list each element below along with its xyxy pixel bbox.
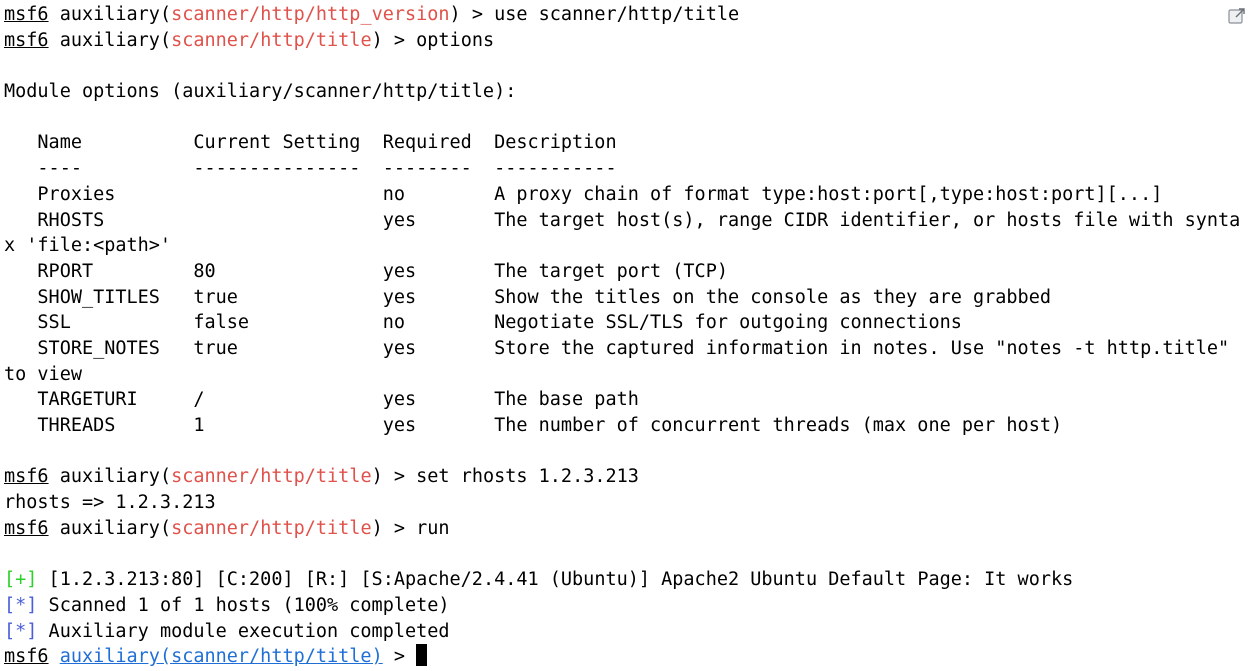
prompt-line-final[interactable]: msf6 auxiliary(scanner/http/title) > bbox=[4, 644, 1253, 670]
options-row-proxies: Proxies no A proxy chain of format type:… bbox=[4, 183, 1163, 205]
command-text: run bbox=[416, 517, 450, 539]
prompt-prefix: msf6 bbox=[4, 466, 49, 488]
status-text: Scanned 1 of 1 hosts (100% complete) bbox=[37, 594, 450, 616]
terminal-output: msf6 auxiliary(scanner/http/http_version… bbox=[4, 2, 1253, 670]
prompt-prefix: msf6 bbox=[4, 29, 49, 51]
module-link[interactable]: auxiliary(scanner/http/title) bbox=[60, 646, 383, 667]
prompt-line-2: msf6 auxiliary(scanner/http/title) > opt… bbox=[4, 29, 495, 51]
options-table-header: Name Current Setting Required Descriptio… bbox=[4, 132, 617, 154]
command-text: options bbox=[416, 29, 495, 51]
info-tag: [*] bbox=[4, 620, 38, 642]
prompt-line-1: msf6 auxiliary(scanner/http/http_version… bbox=[4, 4, 740, 25]
prompt-prefix: msf6 bbox=[4, 517, 49, 539]
options-row-targeturi: TARGETURI / yes The base path bbox=[4, 389, 639, 411]
status-line-info: [*] Auxiliary module execution completed bbox=[4, 619, 1253, 645]
module-name: scanner/http/title bbox=[171, 517, 372, 539]
prompt-prefix: msf6 bbox=[4, 4, 49, 25]
rhosts-echo: rhosts => 1.2.3.213 bbox=[4, 492, 216, 514]
options-row-store-notes-wrap: to view bbox=[4, 363, 82, 385]
options-row-store-notes: STORE_NOTES true yes Store the captured … bbox=[4, 337, 1230, 359]
module-name: scanner/http/http_version bbox=[171, 4, 450, 25]
options-row-rport: RPORT 80 yes The target port (TCP) bbox=[4, 260, 728, 282]
text-cursor[interactable] bbox=[416, 644, 428, 667]
status-line-info: [*] Scanned 1 of 1 hosts (100% complete) bbox=[4, 593, 1253, 619]
prompt-line-4: msf6 auxiliary(scanner/http/title) > run bbox=[4, 517, 450, 539]
status-line-success: [+] [1.2.3.213:80] [C:200] [R:] [S:Apach… bbox=[4, 567, 1253, 593]
options-row-rhosts-wrap: x 'file:<path>' bbox=[4, 235, 172, 257]
module-name: scanner/http/title bbox=[171, 466, 372, 488]
status-text: Auxiliary module execution completed bbox=[37, 620, 450, 642]
module-name: scanner/http/title bbox=[171, 29, 372, 51]
options-table-rule: ---- --------------- -------- ----------… bbox=[4, 158, 617, 180]
options-row-ssl: SSL false no Negotiate SSL/TLS for outgo… bbox=[4, 312, 962, 334]
command-text: set rhosts 1.2.3.213 bbox=[416, 466, 639, 488]
status-text: [1.2.3.213:80] [C:200] [R:] [S:Apache/2.… bbox=[37, 569, 1074, 591]
options-row-rhosts: RHOSTS yes The target host(s), range CID… bbox=[4, 209, 1241, 231]
prompt-prefix: msf6 bbox=[4, 646, 49, 668]
info-tag: [*] bbox=[4, 594, 38, 616]
module-options-header: Module options (auxiliary/scanner/http/t… bbox=[4, 81, 517, 103]
command-text: use scanner/http/title bbox=[494, 4, 740, 25]
options-row-show-titles: SHOW_TITLES true yes Show the titles on … bbox=[4, 286, 1051, 308]
success-tag: [+] bbox=[4, 569, 38, 591]
options-row-threads: THREADS 1 yes The number of concurrent t… bbox=[4, 415, 1063, 436]
prompt-line-3: msf6 auxiliary(scanner/http/title) > set… bbox=[4, 466, 639, 488]
